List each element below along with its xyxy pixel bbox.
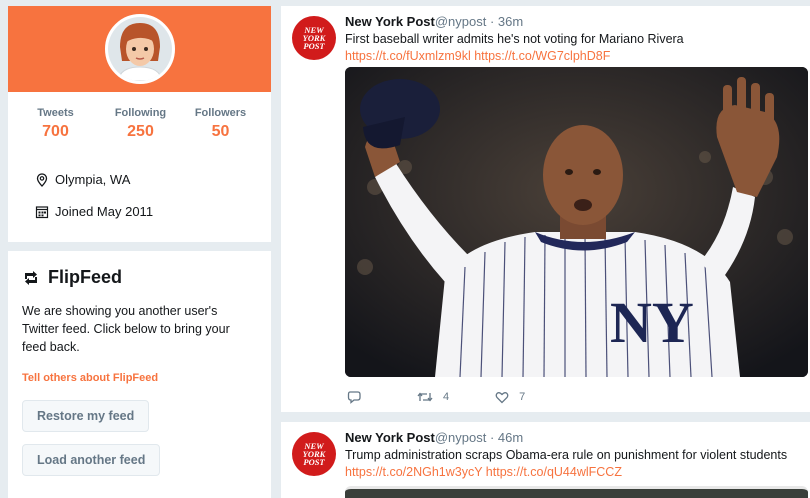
avatar-text: NEW YORK POST <box>302 441 326 467</box>
tweet-media-image[interactable]: NY <box>345 67 808 377</box>
retweet-count: 4 <box>443 391 450 403</box>
tweet-timestamp[interactable]: · 46m <box>486 430 523 445</box>
location-pin-icon <box>36 172 48 187</box>
stat-label: Followers <box>194 107 247 119</box>
flipfeed-card: FlipFeed We are showing you another user… <box>8 251 271 498</box>
like-count: 7 <box>519 391 526 403</box>
tweet-text: Trump administration scraps Obama-era ru… <box>345 448 788 462</box>
tweet-header: New York Post@nypost · 46m <box>345 430 806 445</box>
heart-icon[interactable] <box>495 390 509 404</box>
flipfeed-title-text: FlipFeed <box>48 267 123 287</box>
tweet-feed: NEW YORK POST New York Post@nypost · 36m… <box>281 6 810 498</box>
share-flipfeed-link[interactable]: Tell others about FlipFeed <box>22 372 257 384</box>
nypost-avatar[interactable]: NEW YORK POST <box>292 16 336 60</box>
profile-stats: Tweets 700 Following 250 Followers 50 <box>8 107 271 141</box>
flipfeed-logo-icon <box>25 270 37 285</box>
calendar-icon <box>35 205 49 218</box>
profile-joined: Joined May 2011 <box>35 204 153 219</box>
stat-value: 250 <box>127 123 154 140</box>
stat-label: Following <box>114 107 167 119</box>
reply-icon[interactable] <box>347 390 361 404</box>
reply-action[interactable] <box>347 390 371 404</box>
flipfeed-description: We are showing you another user's Twitte… <box>22 304 230 354</box>
stat-label: Tweets <box>37 107 74 119</box>
tweet-author-handle[interactable]: @nypost <box>435 430 487 445</box>
location-text: Olympia, WA <box>55 172 131 187</box>
stat-followers[interactable]: Followers 50 <box>178 107 263 141</box>
tweet-links[interactable]: https://t.co/fUxmlzm9kl https://t.co/WG7… <box>345 49 806 63</box>
tweet-header: New York Post@nypost · 36m <box>345 14 806 29</box>
retweet-icon[interactable] <box>417 390 433 404</box>
avatar[interactable] <box>105 14 175 84</box>
tweet-links[interactable]: https://t.co/2NGh1w3ycY https://t.co/qU4… <box>345 465 806 479</box>
tweet-divider <box>281 412 810 422</box>
load-another-feed-button[interactable]: Load another feed <box>22 444 161 476</box>
stat-value: 700 <box>42 123 69 140</box>
joined-text: Joined May 2011 <box>55 204 154 219</box>
tweet-body: New York Post@nypost · 36m First basebal… <box>345 14 806 63</box>
tweet[interactable]: NEW YORK POST New York Post@nypost · 36m… <box>281 6 810 412</box>
restore-feed-button[interactable]: Restore my feed <box>22 400 150 432</box>
tweet-timestamp[interactable]: · 36m <box>486 14 523 29</box>
stat-value: 50 <box>211 123 230 140</box>
tweet-media-image[interactable] <box>345 486 808 498</box>
tweet-author-name[interactable]: New York Post <box>345 14 435 29</box>
tweet-author-handle[interactable]: @nypost <box>435 14 487 29</box>
profile-location: Olympia, WA <box>35 172 130 187</box>
tweet-actions: 4 7 <box>347 390 571 404</box>
nypost-avatar[interactable]: NEW YORK POST <box>292 432 336 476</box>
avatar-illustration-icon <box>108 17 172 81</box>
profile-card: Tweets 700 Following 250 Followers 50 Ol… <box>8 6 271 242</box>
retweet-action[interactable]: 4 <box>417 390 449 404</box>
tweet-author-name[interactable]: New York Post <box>345 430 435 445</box>
tweet-text: First baseball writer admits he's not vo… <box>345 32 684 46</box>
baseball-player-photo: NY <box>345 67 808 377</box>
like-action[interactable]: 7 <box>495 390 525 404</box>
flipfeed-title: FlipFeed <box>22 267 257 288</box>
stat-tweets[interactable]: Tweets 700 <box>8 107 103 141</box>
tweet-body: New York Post@nypost · 46m Trump adminis… <box>345 430 806 479</box>
tweet[interactable]: NEW YORK POST New York Post@nypost · 46m… <box>281 422 810 498</box>
avatar-text: NEW YORK POST <box>302 25 326 51</box>
profile-banner <box>8 6 271 92</box>
svg-text:NY: NY <box>610 290 694 355</box>
stat-following[interactable]: Following 250 <box>103 107 178 141</box>
